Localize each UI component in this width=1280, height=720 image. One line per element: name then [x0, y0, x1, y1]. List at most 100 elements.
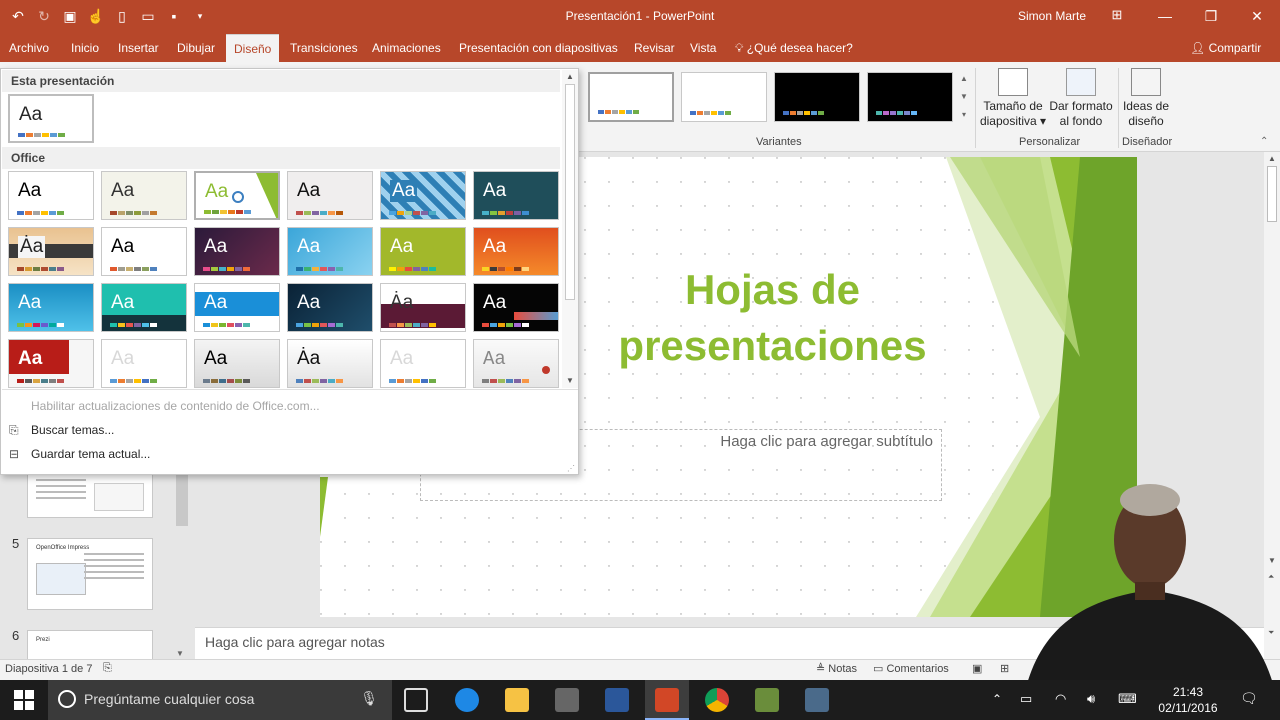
chrome-icon[interactable]	[705, 688, 729, 712]
variant-3[interactable]	[774, 72, 860, 122]
tab-inicio[interactable]: Inicio	[71, 41, 99, 55]
person-icon: 👤︎	[1190, 41, 1209, 55]
notes-icon: ≜	[816, 663, 829, 675]
section-office: Office	[2, 147, 560, 169]
normal-view-icon[interactable]: ▣	[972, 662, 982, 675]
edge-browser-icon[interactable]	[455, 688, 479, 712]
variant-2[interactable]	[681, 72, 767, 122]
slide-title[interactable]: Hojas de presentaciones	[610, 262, 935, 374]
close-button[interactable]: ✕	[1234, 0, 1280, 32]
app-icon-2[interactable]	[805, 688, 829, 712]
share-button[interactable]: 👤︎ Compartir	[1190, 41, 1261, 55]
theme-7[interactable]: Ȧa	[8, 227, 94, 276]
theme-facet-selected[interactable]: Aa	[194, 171, 280, 220]
ribbon-display-options-icon[interactable]: ⊞	[1108, 7, 1126, 25]
comments-toggle[interactable]: ▭ Comentarios	[873, 662, 949, 675]
scroll-down-icon[interactable]: ▼	[176, 649, 184, 658]
theme-17[interactable]: Ȧa	[380, 283, 466, 332]
variant-4[interactable]	[867, 72, 953, 122]
slide-size-button[interactable]: Tamaño de diapositiva ▾	[978, 68, 1048, 129]
keyboard-icon[interactable]: ⌨	[1118, 691, 1137, 707]
theme-15[interactable]: Aa	[194, 283, 280, 332]
theme-2[interactable]: Aa	[101, 171, 187, 220]
theme-label: Aa	[390, 236, 414, 257]
scroll-up-icon[interactable]: ▲	[1268, 154, 1276, 163]
tab-animaciones[interactable]: Animaciones	[372, 41, 441, 55]
resize-grip-icon[interactable]: ⋰	[567, 464, 575, 473]
theme-24[interactable]: Aa	[380, 339, 466, 388]
slide-thumbnail-6[interactable]: Prezi	[27, 630, 153, 660]
action-center-icon[interactable]: 🗨︎	[1240, 690, 1258, 707]
theme-16[interactable]: Aa	[287, 283, 373, 332]
tab-insertar[interactable]: Insertar	[118, 41, 159, 55]
battery-icon[interactable]: ▭	[1020, 691, 1032, 707]
wifi-icon[interactable]: ◠	[1055, 691, 1066, 707]
tab-transiciones[interactable]: Transiciones	[290, 41, 358, 55]
theme-9[interactable]: Aa	[194, 227, 280, 276]
tab-archivo[interactable]: Archivo	[9, 41, 49, 55]
enable-office-updates[interactable]: Habilitar actualizaciones de contenido d…	[31, 399, 320, 413]
theme-14[interactable]: Aa	[101, 283, 187, 332]
minimize-button[interactable]: —	[1142, 0, 1188, 32]
theme-25[interactable]: Aa	[473, 339, 559, 388]
user-name[interactable]: Simon Marte	[1018, 9, 1086, 23]
theme-18[interactable]: Aa	[473, 283, 559, 332]
theme-22[interactable]: Aa	[194, 339, 280, 388]
format-background-label-1: Dar formato	[1049, 99, 1113, 113]
powerpoint-taskbar-button[interactable]	[645, 680, 689, 720]
collapse-ribbon-icon[interactable]: ⌃	[1260, 136, 1268, 147]
word-icon[interactable]	[605, 688, 629, 712]
show-hidden-icons[interactable]: ⌃	[992, 692, 1002, 706]
design-ideas-label-1: Ideas de	[1122, 99, 1170, 113]
notes-label: Notas	[828, 663, 858, 675]
app-icon-1[interactable]	[755, 688, 779, 712]
theme-5[interactable]: Aa	[380, 171, 466, 220]
theme-8[interactable]: Aa	[101, 227, 187, 276]
slide-thumbnail-5[interactable]: OpenOffice Impress	[27, 538, 153, 610]
save-current-theme[interactable]: Guardar tema actual...	[31, 447, 150, 461]
browse-themes[interactable]: Buscar temas...	[31, 423, 114, 437]
theme-4[interactable]: Aa	[287, 171, 373, 220]
theme-label: Aa	[19, 104, 43, 125]
theme-6[interactable]: Aa	[473, 171, 559, 220]
store-icon[interactable]	[555, 688, 579, 712]
notes-toggle[interactable]: ≜ Notas	[816, 662, 857, 675]
theme-20[interactable]: Aa	[101, 339, 187, 388]
volume-icon[interactable]: 🔊︎	[1087, 691, 1095, 707]
theme-office[interactable]: Aa	[8, 171, 94, 220]
file-explorer-icon[interactable]	[505, 688, 529, 712]
taskbar-clock[interactable]: 21:43 02/11/2016	[1148, 684, 1228, 716]
maximize-button[interactable]: ❐	[1188, 0, 1234, 32]
tell-me-search[interactable]: 💡︎ ¿Qué desea hacer?	[735, 41, 853, 56]
tab-dibujar[interactable]: Dibujar	[177, 41, 215, 55]
gallery-scroll-down-icon[interactable]: ▼	[566, 376, 574, 385]
theme-19[interactable]: Aa	[8, 339, 94, 388]
share-label: Compartir	[1208, 41, 1262, 55]
tab-diseno[interactable]: Diseño	[226, 34, 280, 62]
design-ideas-button[interactable]: Ideas de diseño	[1120, 68, 1172, 129]
slidepane-scrollbar[interactable]: ▼	[174, 472, 190, 660]
theme-11[interactable]: Aa	[380, 227, 466, 276]
theme-13[interactable]: Aa	[8, 283, 94, 332]
variants-scroll[interactable]: ▲ ▼ ▾	[958, 70, 970, 126]
theme-current[interactable]: Aa	[8, 94, 94, 143]
spellcheck-icon[interactable]: ⎘	[103, 662, 112, 675]
theme-12[interactable]: Aa	[473, 227, 559, 276]
gallery-scroll-up-icon[interactable]: ▲	[566, 72, 574, 81]
format-background-button[interactable]: Dar formato al fondo	[1046, 68, 1116, 129]
microphone-icon[interactable]: 🎙︎	[360, 690, 378, 707]
theme-label: Aa	[390, 348, 414, 369]
variant-1[interactable]	[588, 72, 674, 122]
powerpoint-icon	[655, 688, 679, 712]
cortana-search-box[interactable]: Pregúntame cualquier cosa 🎙︎	[48, 680, 392, 720]
theme-23[interactable]: Ȧa	[287, 339, 373, 388]
slide-thumbnail-4[interactable]	[27, 474, 153, 518]
design-ideas-label-2: diseño	[1128, 114, 1164, 128]
gallery-scrollbar[interactable]: ▲ ▼	[562, 70, 578, 388]
tab-revisar[interactable]: Revisar	[634, 41, 675, 55]
task-view-icon[interactable]	[404, 688, 428, 712]
tab-vista[interactable]: Vista	[690, 41, 716, 55]
tab-presentacion[interactable]: Presentación con diapositivas	[459, 41, 618, 55]
theme-10[interactable]: Aa	[287, 227, 373, 276]
windows-start-icon[interactable]	[14, 690, 34, 710]
